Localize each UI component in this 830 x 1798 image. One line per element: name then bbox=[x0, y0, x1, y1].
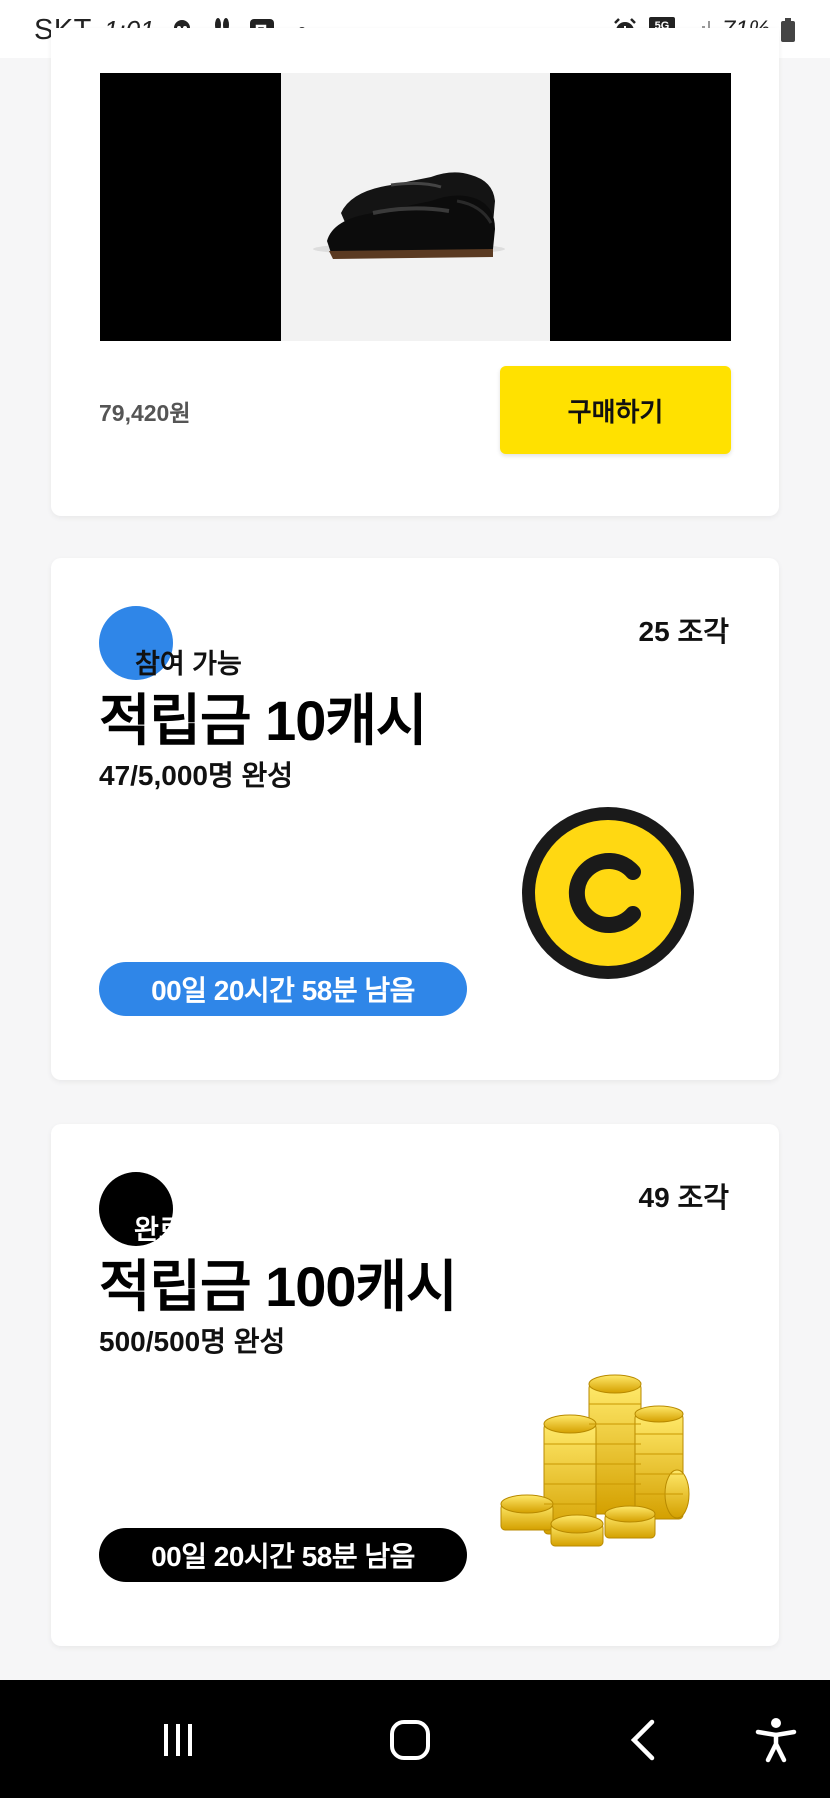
pieces-count: 49 조각 bbox=[638, 1182, 729, 1213]
time-remaining-pill: 00일 20시간 58분 남음 bbox=[99, 962, 467, 1016]
time-remaining-pill: 00일 20시간 58분 남음 bbox=[99, 1528, 467, 1582]
battery-icon bbox=[780, 17, 796, 43]
buy-button[interactable]: 구매하기 bbox=[500, 366, 731, 454]
home-icon[interactable] bbox=[380, 1710, 440, 1770]
product-price: 79,420원 bbox=[99, 400, 191, 426]
gold-coin-stack-image bbox=[499, 1364, 709, 1564]
accessibility-icon[interactable] bbox=[746, 1710, 806, 1770]
completion-progress: 47/5,000명 완성 bbox=[99, 760, 294, 791]
recent-apps-icon[interactable] bbox=[148, 1710, 208, 1770]
system-navigation-bar bbox=[0, 1680, 830, 1798]
reward-card[interactable]: 참여 가능 25 조각 적립금 10캐시 47/5,000명 완성 00일 20… bbox=[51, 558, 779, 1080]
product-image[interactable] bbox=[100, 73, 731, 341]
loafer-shoes-image bbox=[281, 73, 550, 341]
pieces-count: 25 조각 bbox=[638, 616, 729, 647]
product-card: 79,420원 구매하기 bbox=[51, 28, 779, 516]
reward-title: 적립금 10캐시 bbox=[99, 689, 427, 752]
yellow-coin-icon bbox=[521, 806, 695, 980]
completion-progress: 500/500명 완성 bbox=[99, 1326, 286, 1357]
back-icon[interactable] bbox=[614, 1710, 674, 1770]
reward-title: 적립금 100캐시 bbox=[99, 1255, 458, 1318]
reward-card[interactable]: 완료 49 조각 적립금 100캐시 500/500명 완성 00일 20시간 … bbox=[51, 1124, 779, 1646]
